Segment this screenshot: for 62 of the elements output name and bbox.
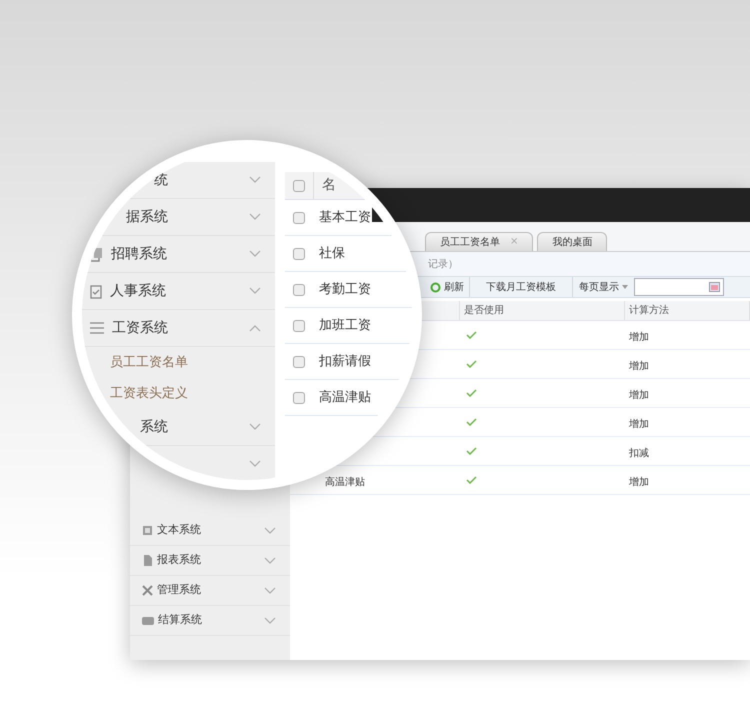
table-cell: 扣减 (629, 448, 649, 459)
table-cell: 高温津贴 (325, 477, 365, 488)
box-icon (142, 616, 154, 626)
sidebar-item[interactable]: 系统 (110, 416, 168, 438)
chevron-up-icon[interactable] (249, 324, 261, 332)
sidebar-item[interactable]: 招聘系统 (109, 244, 167, 264)
submenu-item[interactable]: 员工工资名单 (110, 352, 188, 372)
chevron-down-icon[interactable] (249, 213, 261, 221)
sidebar-item[interactable]: 据系统 (110, 206, 168, 228)
chevron-down-icon[interactable] (249, 250, 261, 258)
refresh-icon (430, 282, 441, 292)
checkbox[interactable] (293, 320, 305, 332)
table-cell-text: 加班工资 (318, 316, 371, 335)
chevron-down-icon[interactable] (249, 460, 261, 468)
table-cell-text: 基本工资 (318, 208, 371, 227)
clipboard-icon (90, 284, 102, 298)
sidebar-item[interactable]: 文本系统 (157, 522, 260, 539)
table-cell: 增加 (629, 361, 649, 372)
breadcrumb-text: 记录） (428, 258, 458, 272)
table-cell-text: 高温津贴 (318, 388, 371, 407)
sidebar-item[interactable]: 报表系统 (157, 552, 260, 569)
tab[interactable]: 员工工资名单 × (425, 232, 534, 251)
checkbox[interactable] (293, 284, 305, 296)
sidebar-item[interactable]: 管理系统 (157, 582, 260, 599)
checkbox[interactable] (293, 180, 305, 192)
column-header[interactable]: 是否使用 (460, 301, 625, 320)
checkbox[interactable] (293, 392, 305, 404)
column-header[interactable]: 计算方法 (625, 301, 750, 320)
tools-icon (142, 585, 153, 596)
chevron-down-icon[interactable] (249, 423, 261, 431)
sidebar-item[interactable]: 工资系统 (110, 318, 168, 338)
column-header[interactable]: 名 (313, 172, 336, 199)
chevron-down-icon (264, 526, 276, 534)
calendar-icon[interactable] (709, 282, 720, 292)
submenu-item[interactable]: 工资表头定义 (110, 384, 188, 404)
checkbox[interactable] (293, 356, 305, 368)
table-cell: 增加 (629, 390, 649, 401)
date-field[interactable] (634, 278, 724, 296)
tab[interactable]: 我的桌面 (537, 232, 608, 251)
chevron-down-icon (264, 586, 276, 594)
table-cell: 增加 (629, 419, 649, 430)
table-cell-text: 社保 (318, 244, 345, 263)
chevron-down-icon[interactable] (249, 287, 261, 295)
sidebar-item[interactable]: 人事系统 (108, 280, 166, 302)
table-cell: 增加 (629, 332, 649, 343)
list-icon (90, 322, 104, 334)
checkbox[interactable] (293, 212, 305, 224)
caret-icon (622, 285, 628, 289)
refresh-button[interactable]: 刷新 (425, 277, 470, 297)
sidebar-item[interactable]: 结算系统 (158, 612, 260, 629)
chevron-down-icon (264, 556, 276, 564)
chevron-down-icon[interactable] (249, 176, 261, 184)
chevron-down-icon (264, 616, 276, 624)
table-cell: 增加 (629, 477, 649, 488)
file-icon (142, 555, 153, 566)
table-cell-text: 扣薪请假 (318, 352, 371, 371)
copy-icon (90, 246, 103, 262)
checkbox[interactable] (293, 248, 305, 260)
page-size-dropdown[interactable]: 每页显示 (573, 277, 634, 297)
download-template-button[interactable]: 下载月工资模板 (470, 277, 573, 297)
table-cell-text: 考勤工资 (318, 280, 371, 299)
document-icon (142, 525, 153, 536)
